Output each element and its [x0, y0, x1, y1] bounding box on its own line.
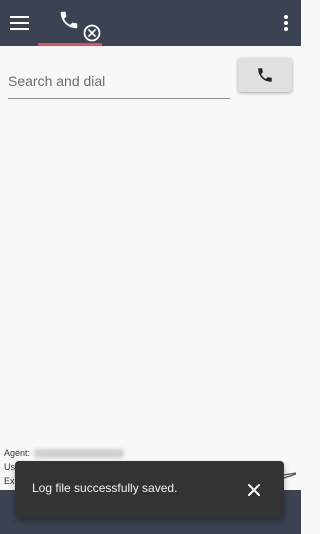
phone-icon	[258, 68, 272, 82]
snackbar-message: Log file successfully saved.	[32, 481, 178, 495]
dial-button[interactable]	[238, 58, 292, 92]
top-app-bar	[0, 0, 301, 46]
close-circle-icon[interactable]	[82, 23, 102, 43]
snackbar: Log file successfully saved.	[15, 461, 284, 518]
tab-phone[interactable]	[38, 0, 102, 46]
phone-icon	[60, 11, 78, 29]
menu-button[interactable]	[0, 0, 40, 46]
more-options-button[interactable]	[271, 0, 301, 46]
agent-row: Agent:	[4, 446, 284, 460]
hamburger-icon	[10, 16, 29, 30]
tab-active-indicator	[38, 43, 102, 46]
user-label: Us	[4, 462, 15, 472]
search-input[interactable]	[8, 66, 230, 96]
more-vert-icon	[284, 15, 288, 31]
snackbar-close-button[interactable]	[244, 480, 264, 500]
partially-hidden-icon	[283, 472, 297, 479]
agent-label: Agent:	[4, 448, 31, 458]
search-field	[8, 66, 230, 99]
extension-label: Ex	[4, 476, 15, 486]
close-icon	[248, 484, 260, 496]
agent-value-redacted	[34, 448, 125, 458]
